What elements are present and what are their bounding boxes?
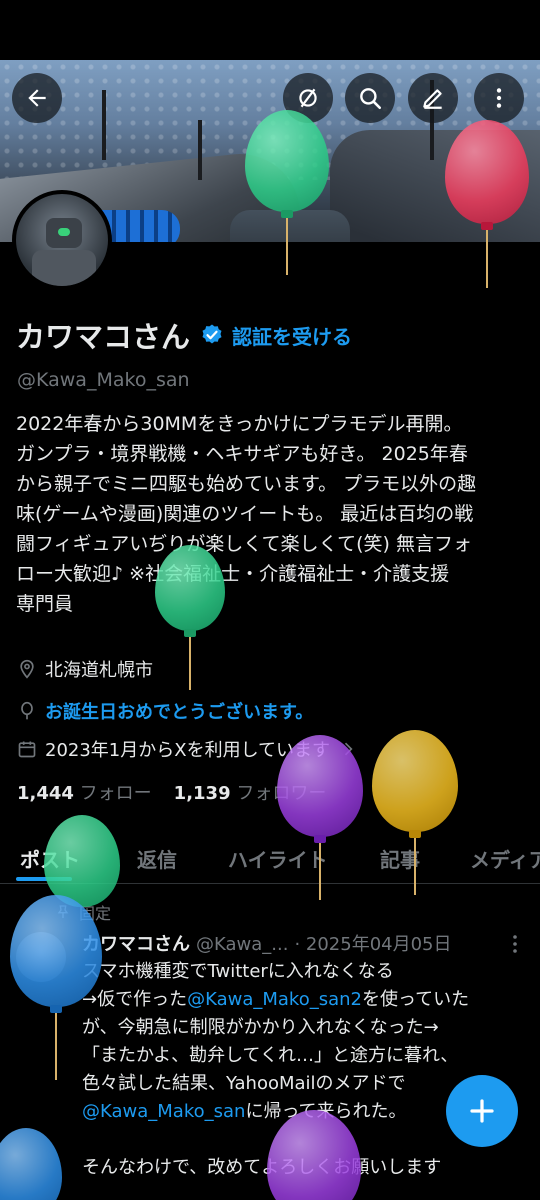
followers-count: 1,139 <box>173 783 231 804</box>
birthday-text: お誕生日おめでとうございます。 <box>45 702 314 723</box>
balloon-icon <box>21 701 33 720</box>
following-link[interactable]: 1,444 フォロー <box>17 779 152 805</box>
compose-button[interactable] <box>446 1075 518 1147</box>
banner-stand <box>198 120 202 180</box>
more-button[interactable] <box>474 73 524 123</box>
following-count: 1,444 <box>17 783 74 804</box>
ring-slash-icon <box>299 88 317 108</box>
pinned-indicator: 固定 <box>55 900 111 924</box>
get-verified-link[interactable]: 認証を受ける <box>200 321 352 350</box>
plus-icon <box>470 1099 494 1123</box>
followers-link[interactable]: 1,139 フォロワー <box>174 779 327 805</box>
pencil-icon <box>423 89 442 109</box>
back-button[interactable] <box>12 73 62 123</box>
balloon-string <box>55 1013 57 1080</box>
location-text: 北海道札幌市 <box>45 660 153 681</box>
profile-handle: @Kawa_Mako_san <box>17 369 190 391</box>
tab-highlights[interactable]: ハイライト <box>228 844 328 873</box>
tab-articles[interactable]: 記事 <box>380 844 420 873</box>
post-header: カワマコさん @Kawa_... · 2025年04月05日 <box>82 930 452 956</box>
active-tab-indicator <box>16 877 72 881</box>
balloon-knot <box>184 629 196 637</box>
pin-icon <box>57 905 69 918</box>
search-button[interactable] <box>345 73 395 123</box>
follow-stats: 1,444 フォロー 1,139 フォロワー <box>17 779 326 805</box>
avatar-figure-body <box>32 250 96 286</box>
balloon-decoration <box>0 1128 62 1200</box>
tab-replies[interactable]: 返信 <box>137 844 177 873</box>
search-icon <box>360 88 382 110</box>
edit-button[interactable] <box>408 73 458 123</box>
profile-avatar[interactable] <box>12 190 112 290</box>
profile-tabs: ポスト 返信 ハイライト 記事 メディア <box>0 836 540 884</box>
get-verified-label: 認証を受ける <box>232 324 353 349</box>
balloon-string <box>189 637 191 690</box>
joined-text: 2023年1月からXを利用しています <box>45 740 331 761</box>
tab-media[interactable]: メディア <box>470 844 540 873</box>
post-author-name[interactable]: カワマコさん <box>82 930 190 956</box>
more-vertical-icon <box>496 88 502 108</box>
avatar-figure-eye <box>58 228 70 236</box>
post-more-icon[interactable] <box>503 932 527 956</box>
birthday-row[interactable]: お誕生日おめでとうございます。 <box>17 698 313 724</box>
calendar-icon <box>18 741 36 758</box>
following-label: フォロー <box>79 783 152 804</box>
chevron-right-icon <box>344 742 353 756</box>
followers-label: フォロワー <box>236 783 327 804</box>
balloon-body <box>372 730 458 832</box>
status-bar <box>0 0 540 60</box>
name-row: カワマコさん 認証を受ける <box>16 314 352 356</box>
post-body: スマホ機種変でTwitterに入れなくなる →仮で作った@Kawa_Mako_s… <box>82 958 528 1182</box>
post-author-avatar[interactable] <box>16 932 66 982</box>
post-mention-link[interactable]: @Kawa_Mako_san <box>82 1101 245 1122</box>
balloon-knot <box>50 1005 62 1013</box>
location-pin-icon <box>20 659 34 679</box>
post-author-handle[interactable]: @Kawa_... <box>196 934 288 955</box>
pinned-label: 固定 <box>79 904 112 923</box>
profile-bio: 2022年春から30MMをきっかけにプラモデル再開。 ガンプラ・境界戦機・ヘキサ… <box>16 413 477 615</box>
joined-row: 2023年1月からXを利用しています <box>17 736 358 762</box>
display-name: カワマコさん <box>16 320 191 354</box>
banner-figure-small <box>230 210 350 242</box>
tab-posts[interactable]: ポスト <box>20 844 80 873</box>
location-row: 北海道札幌市 <box>17 656 153 682</box>
banner-stand <box>102 90 106 160</box>
arrow-left-icon <box>28 89 46 107</box>
balloon-body <box>0 1128 62 1200</box>
circle-toggle-button[interactable] <box>283 73 333 123</box>
post-mention-link[interactable]: @Kawa_Mako_san2 <box>187 989 362 1010</box>
post-date: · 2025年04月05日 <box>294 934 452 955</box>
banner-figure <box>330 130 540 242</box>
verified-badge-icon <box>202 324 222 344</box>
